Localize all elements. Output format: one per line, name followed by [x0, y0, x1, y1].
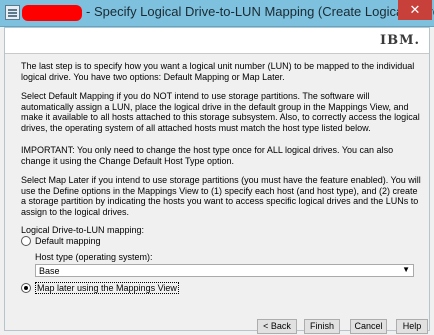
banner: IBM. — [5, 28, 429, 54]
radio-default-mapping[interactable] — [21, 236, 31, 246]
intro-paragraph: The last step is to specify how you want… — [21, 61, 415, 82]
default-mapping-label: Default mapping — [35, 236, 101, 246]
host-type-select[interactable]: Base ▼ — [35, 264, 414, 277]
storage-manager-icon — [5, 5, 20, 20]
important-paragraph: IMPORTANT: You only need to change the h… — [21, 145, 394, 166]
mapping-label: Logical Drive-to-LUN mapping: — [21, 225, 145, 235]
title-bar: - Specify Logical Drive-to-LUN Mapping (… — [0, 0, 434, 27]
map-later-label: Map later using the Mappings View — [35, 282, 179, 294]
back-button[interactable]: < Back — [257, 319, 297, 334]
dialog-body: IBM. The last step is to specify how you… — [4, 27, 430, 334]
map-later-paragraph: Select Map Later if you intend to use st… — [21, 175, 421, 217]
radio-map-later[interactable] — [21, 283, 31, 293]
map-later-option[interactable]: Map later using the Mappings View — [21, 282, 179, 294]
window-title: - Specify Logical Drive-to-LUN Mapping (… — [86, 4, 434, 19]
help-button[interactable]: Help — [396, 319, 428, 334]
redacted-title-region — [22, 5, 82, 21]
default-mapping-option[interactable]: Default mapping — [21, 236, 101, 246]
host-type-label: Host type (operating system): — [35, 252, 153, 262]
finish-button[interactable]: Finish — [304, 319, 340, 334]
host-type-value: Base — [39, 266, 60, 276]
close-icon[interactable]: ✕ — [398, 0, 432, 20]
default-mapping-paragraph: Select Default Mapping if you do NOT int… — [21, 91, 420, 133]
cancel-button[interactable]: Cancel — [350, 319, 387, 334]
chevron-down-icon[interactable]: ▼ — [402, 265, 410, 274]
ibm-logo: IBM. — [380, 33, 420, 48]
